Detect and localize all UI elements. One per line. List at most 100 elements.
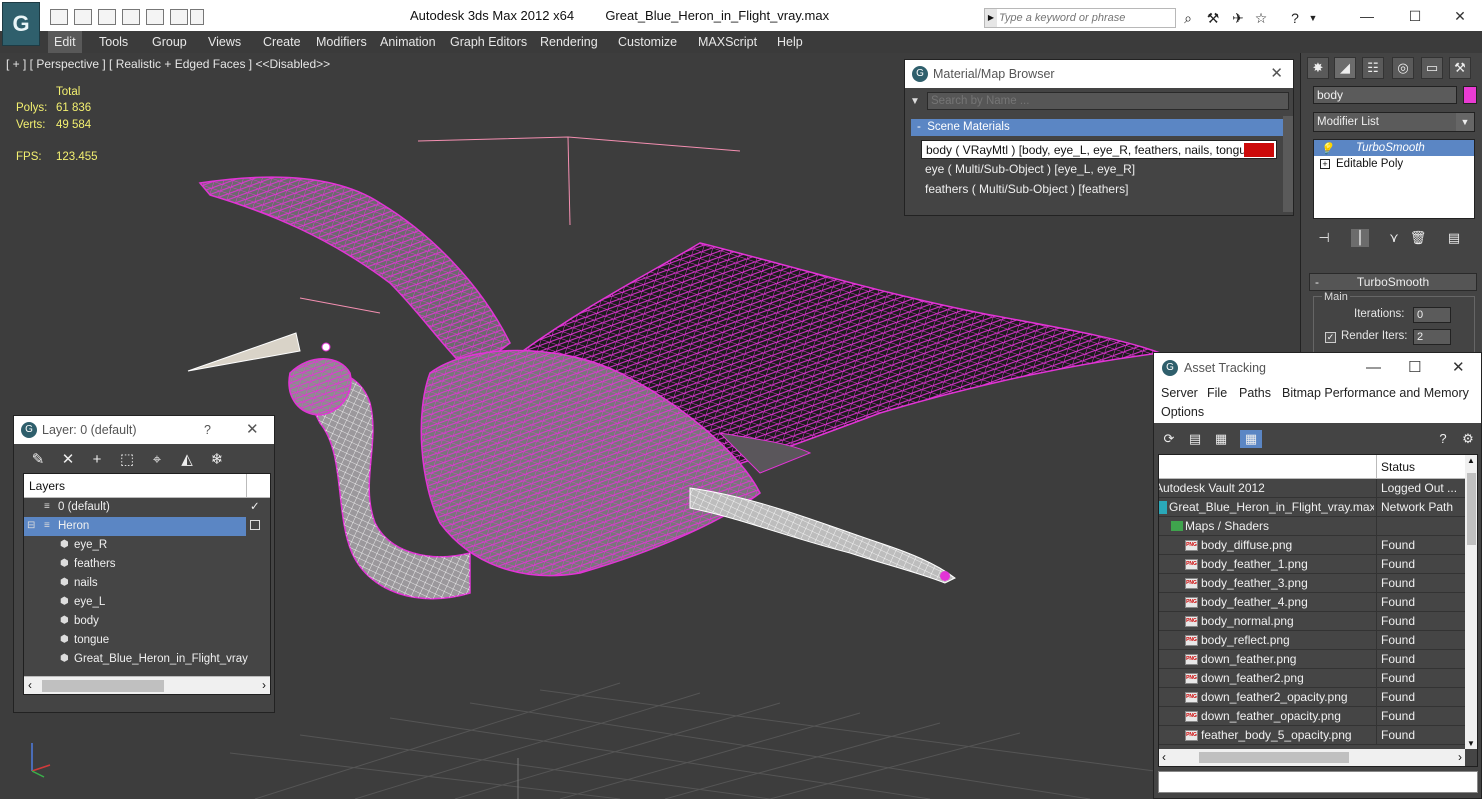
scroll-right-icon[interactable]: › — [1458, 750, 1462, 764]
menu-edit[interactable]: Edit — [48, 31, 82, 53]
asset-row[interactable]: PNG body_reflect.png Found — [1159, 631, 1465, 650]
modifier-list-dropdown[interactable]: Modifier List ▼ — [1313, 112, 1475, 132]
menu-options[interactable]: Options — [1161, 405, 1204, 419]
scroll-left-icon[interactable]: ‹ — [28, 678, 32, 692]
asset-row[interactable]: PNG body_normal.png Found — [1159, 612, 1465, 631]
dialog-title-bar[interactable]: G Asset Tracking — ☐ ✕ — [1154, 353, 1481, 383]
asset-row[interactable]: PNG down_feather_opacity.png Found — [1159, 707, 1465, 726]
table-view-icon[interactable]: ▦ — [1240, 430, 1262, 448]
menu-server[interactable]: Server — [1161, 386, 1198, 400]
keyword-search-input[interactable] — [999, 10, 1173, 26]
scene-materials-group[interactable]: - Scene Materials — [911, 119, 1285, 136]
scrollbar-thumb[interactable] — [1199, 752, 1349, 763]
close-icon[interactable]: ✕ — [1270, 60, 1283, 88]
menu-animation[interactable]: Animation — [374, 31, 442, 53]
scroll-down-icon[interactable]: ▼ — [1467, 739, 1475, 748]
collapse-icon[interactable]: ⊟ — [27, 521, 37, 531]
viewport-label[interactable]: [ + ] [ Perspective ] [ Realistic + Edge… — [6, 57, 330, 71]
column-divider[interactable] — [246, 474, 247, 498]
material-row[interactable]: feathers ( Multi/Sub-Object ) [feathers] — [921, 180, 1277, 199]
asset-row[interactable]: PNG body_feather_3.png Found — [1159, 574, 1465, 593]
favorites-star-icon[interactable]: ☆ — [1253, 10, 1269, 26]
asset-row[interactable]: PNG feather_body_5_opacity.png Found — [1159, 726, 1465, 745]
menu-rendering[interactable]: Rendering — [534, 31, 604, 53]
add-to-layer-icon[interactable]: + — [87, 450, 107, 470]
thumbnail-view-icon[interactable]: ▦ — [1212, 430, 1230, 448]
vertical-scrollbar[interactable] — [1283, 116, 1293, 212]
menu-group[interactable]: Group — [146, 31, 193, 53]
menu-graph-editors[interactable]: Graph Editors — [444, 31, 533, 53]
horizontal-scrollbar[interactable]: ‹ › — [24, 676, 270, 694]
help-dropdown-icon[interactable]: ▼ — [1305, 10, 1321, 26]
menu-customize[interactable]: Customize — [612, 31, 683, 53]
render-iters-checkbox[interactable]: ✓ — [1325, 332, 1336, 343]
scrollbar-thumb[interactable] — [1467, 473, 1476, 545]
undo-icon[interactable] — [146, 9, 164, 25]
asset-row[interactable]: Autodesk Vault 2012 Logged Out ... — [1159, 479, 1465, 498]
open-icon[interactable] — [98, 9, 116, 25]
asset-row[interactable]: PNG body_feather_1.png Found — [1159, 555, 1465, 574]
vertical-scrollbar[interactable]: ▲ ▼ — [1465, 455, 1477, 749]
asset-row[interactable]: Great_Blue_Heron_in_Flight_vray.max Netwo… — [1159, 498, 1465, 517]
hierarchy-tab-icon[interactable]: ☷ — [1362, 57, 1384, 79]
asset-row[interactable]: PNG down_feather2_opacity.png Found — [1159, 688, 1465, 707]
close-icon[interactable]: ✕ — [246, 416, 259, 444]
configure-sets-icon[interactable]: ▤ — [1445, 229, 1463, 247]
asset-row[interactable]: Maps / Shaders — [1159, 517, 1465, 536]
help-icon[interactable]: ? — [1434, 430, 1452, 448]
show-end-result-icon[interactable]: ⎮ — [1351, 229, 1369, 247]
object-row[interactable]: ⬢ tongue — [24, 631, 270, 650]
menu-tools[interactable]: Tools — [93, 31, 134, 53]
iterations-spinner[interactable]: 0 — [1413, 307, 1451, 323]
scroll-right-icon[interactable]: › — [262, 678, 266, 692]
current-layer-check-icon[interactable]: ✓ — [250, 498, 260, 517]
object-row[interactable]: ⬢ eye_L — [24, 593, 270, 612]
lightbulb-icon[interactable]: 💡 — [1320, 141, 1334, 155]
object-row[interactable]: ⬢ Great_Blue_Heron_in_Flight_vray — [24, 650, 270, 669]
stack-item-editable-poly[interactable]: + Editable Poly — [1314, 156, 1474, 172]
material-search-input[interactable] — [927, 92, 1289, 110]
asset-row[interactable]: PNG down_feather.png Found — [1159, 650, 1465, 669]
settings-icon[interactable]: ⚙ — [1459, 430, 1477, 448]
asset-row[interactable]: PNG down_feather2.png Found — [1159, 669, 1465, 688]
material-row[interactable]: body ( VRayMtl ) [body, eye_L, eye_R, fe… — [921, 140, 1277, 159]
motion-tab-icon[interactable]: ◎ — [1392, 57, 1414, 79]
asset-row[interactable]: PNG body_feather_4.png Found — [1159, 593, 1465, 612]
search-expand-icon[interactable]: ▶ — [985, 9, 997, 27]
object-row[interactable]: ⬢ eye_R — [24, 536, 270, 555]
redo-icon[interactable] — [170, 9, 188, 25]
close-button[interactable]: ✕ — [1445, 6, 1475, 26]
maximize-button[interactable]: ☐ — [1408, 353, 1421, 383]
make-current-box-icon[interactable] — [250, 520, 260, 530]
render-iters-spinner[interactable]: 2 — [1413, 329, 1451, 345]
object-row[interactable]: ⬢ nails — [24, 574, 270, 593]
hide-all-icon[interactable]: ◭ — [177, 450, 197, 470]
menu-paths[interactable]: Paths — [1239, 386, 1271, 400]
menu-bitmap-performance[interactable]: Bitmap Performance and Memory — [1282, 386, 1469, 400]
refresh-icon[interactable]: ⟳ — [1160, 430, 1178, 448]
save-icon[interactable] — [74, 9, 92, 25]
menu-help[interactable]: Help — [771, 31, 809, 53]
maximize-button[interactable]: ☐ — [1400, 6, 1430, 26]
close-button[interactable]: ✕ — [1452, 353, 1465, 383]
utilities-tab-icon[interactable]: ⚒ — [1449, 57, 1471, 79]
column-divider[interactable] — [1376, 455, 1377, 479]
horizontal-scrollbar[interactable]: ‹ › — [1159, 749, 1465, 766]
list-view-icon[interactable]: ▤ — [1186, 430, 1204, 448]
app-logo-icon[interactable]: G — [2, 2, 40, 46]
help-icon[interactable]: ? — [204, 416, 211, 444]
highlight-layer-icon[interactable]: ⌖ — [147, 450, 167, 470]
communication-center-icon[interactable]: ✈ — [1230, 10, 1246, 26]
menu-views[interactable]: Views — [202, 31, 247, 53]
dialog-title-bar[interactable]: G Layer: 0 (default) ? ✕ — [14, 416, 274, 444]
menu-create[interactable]: Create — [257, 31, 307, 53]
help-icon[interactable]: ? — [1287, 10, 1303, 26]
make-unique-icon[interactable]: ⋎ — [1385, 229, 1403, 247]
material-row[interactable]: eye ( Multi/Sub-Object ) [eye_L, eye_R] — [921, 160, 1277, 179]
asset-path-field[interactable] — [1158, 771, 1478, 793]
table-header[interactable]: Status — [1159, 455, 1465, 479]
minimize-button[interactable]: — — [1366, 353, 1381, 383]
menu-file[interactable]: File — [1207, 386, 1227, 400]
object-name-field[interactable] — [1313, 86, 1457, 104]
scroll-left-icon[interactable]: ‹ — [1162, 750, 1166, 764]
